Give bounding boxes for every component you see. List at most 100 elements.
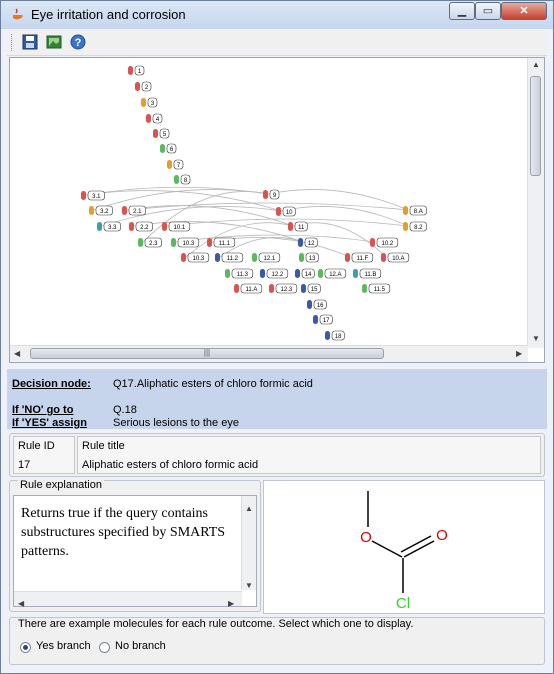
tree-node-marker bbox=[362, 284, 367, 293]
no-branch-radio[interactable] bbox=[99, 642, 110, 653]
tree-node[interactable]: 11.1 bbox=[207, 237, 236, 248]
tree-node[interactable]: 8.A bbox=[403, 205, 427, 216]
tree-node-marker bbox=[215, 253, 220, 262]
scroll-down-arrow-icon[interactable]: ▼ bbox=[532, 334, 540, 343]
tree-node[interactable]: 14 bbox=[295, 268, 315, 279]
rule-explanation-text[interactable]: Returns true if the query contains subst… bbox=[13, 495, 257, 608]
explanation-scroll-right-icon[interactable]: ▶ bbox=[228, 594, 234, 613]
tree-node[interactable]: 11 bbox=[288, 221, 308, 232]
tree-node[interactable]: 10.3 bbox=[181, 252, 210, 263]
tree-node[interactable]: 10 bbox=[276, 206, 296, 217]
tree-node[interactable]: 3.3 bbox=[97, 221, 121, 232]
graph-vertical-scrollbar[interactable]: ▲ ▼ bbox=[527, 58, 544, 348]
tree-node-label: 16 bbox=[317, 303, 324, 309]
explanation-scroll-up-icon[interactable]: ▲ bbox=[245, 499, 253, 518]
tree-node-marker bbox=[252, 253, 257, 262]
image-icon[interactable] bbox=[45, 33, 63, 51]
tree-node[interactable]: 10.2 bbox=[370, 237, 399, 248]
decision-node-value: Q17.Aliphatic esters of chloro formic ac… bbox=[113, 378, 313, 390]
tree-node[interactable]: 18 bbox=[325, 330, 345, 341]
tree-node[interactable]: 8 bbox=[174, 174, 191, 185]
tree-node[interactable]: 2.3 bbox=[138, 237, 162, 248]
yes-branch-label[interactable]: Yes branch bbox=[36, 640, 91, 652]
rule-explanation-legend: Rule explanation bbox=[18, 479, 104, 491]
tree-node[interactable]: 15 bbox=[301, 283, 321, 294]
tree-node[interactable]: 17 bbox=[313, 314, 333, 325]
minimize-button[interactable]: ▁ bbox=[449, 2, 475, 20]
tree-node-label: 2.3 bbox=[149, 241, 158, 247]
tree-node[interactable]: 4 bbox=[146, 113, 163, 124]
rule-id-cell: Rule ID 17 bbox=[13, 436, 75, 474]
tree-node-marker bbox=[276, 207, 281, 216]
tree-node[interactable]: 3.1 bbox=[81, 190, 105, 201]
title-bar[interactable]: Eye irritation and corrosion ▁ ▭ ✕ bbox=[1, 1, 553, 29]
tree-node[interactable]: 10.1 bbox=[162, 221, 191, 232]
tree-node[interactable]: 12 bbox=[298, 237, 318, 248]
tree-node[interactable]: 12.A bbox=[318, 268, 347, 279]
tree-node-label: 11.1 bbox=[219, 241, 231, 247]
horizontal-scroll-thumb[interactable]: ||| bbox=[30, 348, 384, 359]
explanation-scroll-down-icon[interactable]: ▼ bbox=[245, 576, 253, 595]
tree-node[interactable]: 11.A bbox=[234, 283, 263, 294]
atom-o1: O bbox=[360, 529, 372, 546]
tree-node-marker bbox=[403, 222, 408, 231]
tree-node[interactable]: 11.B bbox=[353, 268, 382, 279]
tree-node[interactable]: 7 bbox=[167, 159, 184, 170]
close-button[interactable]: ✕ bbox=[501, 2, 547, 20]
tree-node-marker bbox=[325, 331, 330, 340]
tree-node[interactable]: 2.1 bbox=[122, 205, 146, 216]
tree-node-marker bbox=[81, 191, 86, 200]
yes-branch-radio[interactable] bbox=[20, 642, 31, 653]
tree-node[interactable]: 10.A bbox=[381, 252, 410, 263]
tree-node-label: 11 bbox=[298, 225, 305, 231]
explanation-vertical-scrollbar[interactable]: ▲ ▼ bbox=[241, 496, 256, 590]
tree-node[interactable]: 11.5 bbox=[362, 283, 391, 294]
if-yes-value: Serious lesions to the eye bbox=[113, 417, 239, 429]
no-branch-label[interactable]: No branch bbox=[115, 640, 166, 652]
tree-node[interactable]: 16 bbox=[307, 299, 327, 310]
vertical-scroll-thumb[interactable] bbox=[530, 76, 541, 176]
tree-node-label: 3.1 bbox=[92, 194, 101, 200]
scroll-up-arrow-icon[interactable]: ▲ bbox=[532, 60, 540, 69]
tree-node[interactable]: 3 bbox=[141, 97, 158, 108]
tree-node-marker bbox=[128, 66, 133, 75]
app-window: Eye irritation and corrosion ▁ ▭ ✕ ? 123… bbox=[0, 0, 554, 674]
tree-node[interactable]: 2 bbox=[135, 81, 152, 92]
tree-node-marker bbox=[138, 238, 143, 247]
scroll-right-arrow-icon[interactable]: ▶ bbox=[516, 349, 522, 358]
tree-node-marker bbox=[307, 300, 312, 309]
tree-node[interactable]: 3.2 bbox=[89, 205, 113, 216]
tree-node-label: 10.3 bbox=[193, 256, 205, 262]
tree-node[interactable]: 11.3 bbox=[225, 268, 254, 279]
tree-node[interactable]: 11.2 bbox=[215, 252, 244, 263]
decision-tree-canvas[interactable]: 123456783.1 93.2 2.1 103.3 2.2 10.1 118.A8.22.… bbox=[10, 58, 528, 348]
toolbar-grip[interactable] bbox=[11, 34, 15, 51]
tree-node[interactable]: 12.2 bbox=[260, 268, 289, 279]
tree-node-marker bbox=[146, 114, 151, 123]
rule-explanation-body: Returns true if the query contains subst… bbox=[21, 506, 226, 559]
tree-node[interactable]: 5 bbox=[153, 128, 170, 139]
tree-node[interactable]: 12.1 bbox=[252, 252, 281, 263]
tree-node-marker bbox=[353, 269, 358, 278]
tree-node[interactable]: 8.2 bbox=[403, 221, 427, 232]
decision-panel: Decision node: Q17.Aliphatic esters of c… bbox=[7, 369, 547, 429]
explanation-horizontal-scrollbar[interactable]: ◀ ▶ bbox=[14, 591, 242, 608]
tree-node[interactable]: 12.3 bbox=[269, 283, 298, 294]
tree-node[interactable]: 1 bbox=[128, 65, 145, 76]
tree-node[interactable]: 9 bbox=[263, 189, 280, 200]
save-icon[interactable] bbox=[21, 33, 39, 51]
explanation-scroll-left-icon[interactable]: ◀ bbox=[18, 594, 24, 613]
scroll-left-arrow-icon[interactable]: ◀ bbox=[14, 349, 20, 358]
tree-node[interactable]: 6 bbox=[160, 143, 177, 154]
tree-node[interactable]: 13 bbox=[299, 252, 319, 263]
graph-horizontal-scrollbar[interactable]: ◀ ||| ▶ bbox=[10, 345, 528, 362]
toolbar: ? bbox=[7, 30, 547, 56]
tree-node[interactable]: 10.3 bbox=[171, 237, 200, 248]
help-icon[interactable]: ? bbox=[69, 33, 87, 51]
maximize-button[interactable]: ▭ bbox=[475, 2, 501, 20]
tree-node-marker bbox=[301, 284, 306, 293]
decision-tree-graph[interactable]: 1 2 3 4 5 6 7 8 3.1 9 3.2 2.1 10 3.3 2.2 10.1 11 8.A 8.2 2.… bbox=[9, 57, 545, 363]
tree-node-label: 10.1 bbox=[174, 225, 186, 231]
tree-node[interactable]: 2.2 bbox=[129, 221, 153, 232]
tree-node[interactable]: 11.F bbox=[345, 252, 374, 263]
